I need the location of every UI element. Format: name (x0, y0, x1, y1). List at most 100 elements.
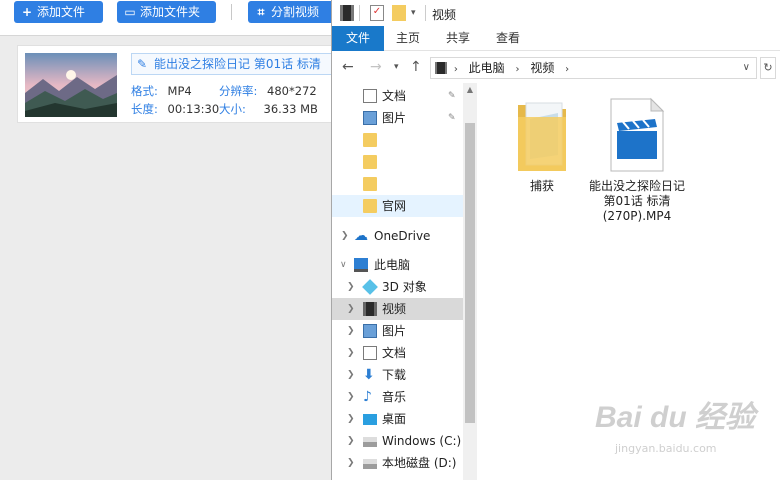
edit-pencil-icon: ✎ (137, 57, 148, 71)
nav-item-3d-objects[interactable]: ❯ 3D 对象 (332, 276, 463, 298)
titlebar-divider (359, 5, 360, 21)
picture-icon (363, 111, 377, 125)
folder-icon (518, 102, 566, 171)
chevron-right-icon[interactable]: ❯ (347, 430, 355, 452)
video-file-icon (610, 97, 665, 172)
nav-item-drive-c[interactable]: ❯ Windows (C:) (332, 430, 463, 452)
video-thumbnail[interactable] (25, 53, 117, 117)
document-icon (363, 346, 377, 360)
properties-icon[interactable]: ✓ (370, 5, 384, 21)
chevron-right-icon[interactable]: ❯ (347, 320, 355, 342)
scroll-up-icon[interactable]: ▲ (463, 83, 477, 97)
titlebar-divider-2 (425, 5, 426, 21)
baidu-watermark: Bai du 经验 jingyan.baidu.com (595, 392, 775, 462)
app-toolbar: + 添加文件 ▭ 添加文件夹 ⌗ 分割视频 (0, 0, 340, 36)
nav-item-videos[interactable]: ❯ 视频 (332, 298, 463, 320)
folder-icon (363, 133, 377, 147)
recent-locations-icon[interactable]: ▾ (394, 59, 399, 75)
navigation-pane: 文档 ✎ 图片 ✎ 官网 ❯ ☁ OneDrive ∨ 此电脑 ❯ 3D 对象 … (332, 83, 463, 480)
download-icon: ⬇ (363, 367, 375, 383)
nav-item-pictures[interactable]: ❯ 图片 (332, 320, 463, 342)
scrollbar-thumb[interactable] (465, 123, 475, 423)
tab-share[interactable]: 共享 (438, 26, 478, 51)
video-icon (363, 302, 377, 316)
breadcrumb-this-pc[interactable]: 此电脑 (469, 58, 505, 78)
filesize-info: 大小: 36.33 MB (219, 102, 318, 116)
chevron-right-icon[interactable]: ❯ (347, 386, 355, 408)
chevron-right-icon[interactable]: ❯ (347, 298, 355, 320)
video-splitter-app: + 添加文件 ▭ 添加文件夹 ⌗ 分割视频 ✎ 能出没之探险日记 第01话 标清… (0, 0, 340, 480)
file-name: 捕获 (529, 179, 554, 193)
plus-icon: + (21, 5, 33, 19)
nav-item-pictures-pinned[interactable]: 图片 ✎ (332, 107, 463, 129)
explorer-titlebar: ✓ ▾ 视频 (332, 0, 780, 26)
pin-icon: ✎ (448, 91, 456, 101)
duration-info: 长度: 00:13:30 (131, 102, 220, 116)
breadcrumb-arrow-icon: › (453, 64, 458, 75)
cloud-icon: ☁ (354, 228, 368, 244)
video-folder-icon (340, 5, 354, 21)
folder-icon (363, 199, 377, 213)
add-folder-button[interactable]: ▭ 添加文件夹 (117, 1, 216, 23)
nav-item-onedrive[interactable]: ❯ ☁ OneDrive (332, 225, 463, 247)
back-arrow-icon[interactable]: ← (342, 59, 354, 75)
music-icon: ♪ (363, 389, 372, 405)
file-name: 能出没之探险日记 第01话 标清(270P).MP4 (588, 179, 685, 223)
nav-item-folder[interactable] (332, 129, 463, 151)
file-item-capture-folder[interactable]: 捕获 (492, 97, 592, 194)
video-location-icon (435, 62, 447, 74)
pin-icon: ✎ (448, 113, 456, 123)
drive-icon (363, 437, 377, 447)
add-file-button[interactable]: + 添加文件 (14, 1, 103, 23)
chevron-right-icon[interactable]: ❯ (347, 452, 355, 474)
computer-icon (354, 258, 368, 272)
tab-home[interactable]: 主页 (388, 26, 428, 51)
nav-item-official-site[interactable]: 官网 (332, 195, 463, 217)
forward-arrow-icon[interactable]: → (370, 59, 382, 75)
address-bar[interactable]: › 此电脑 › 视频 › ∨ (430, 57, 757, 79)
breadcrumb-arrow-icon: › (565, 64, 570, 75)
desktop-icon (363, 414, 377, 425)
video-list-item[interactable]: ✎ 能出没之探险日记 第01话 标清 格式: MP4 分辨率: 480*272 … (17, 45, 340, 123)
tab-file[interactable]: 文件 (332, 26, 384, 51)
crop-icon: ⌗ (257, 5, 265, 19)
nav-item-documents[interactable]: ❯ 文档 (332, 342, 463, 364)
3d-objects-icon (362, 279, 378, 295)
breadcrumb-videos[interactable]: 视频 (530, 58, 554, 78)
window-title: 视频 (432, 8, 457, 22)
nav-item-folder[interactable] (332, 151, 463, 173)
new-folder-icon[interactable] (392, 5, 406, 21)
resolution-info: 分辨率: 480*272 (219, 84, 317, 98)
nav-item-drive-d[interactable]: ❯ 本地磁盘 (D:) (332, 452, 463, 474)
folder-outline-icon: ▭ (124, 5, 136, 19)
chevron-down-icon[interactable]: ∨ (340, 254, 347, 276)
chevron-right-icon[interactable]: ❯ (347, 276, 355, 298)
toolbar-divider (231, 4, 232, 20)
watermark-url: jingyan.baidu.com (615, 442, 717, 455)
nav-item-downloads[interactable]: ❯ ⬇ 下载 (332, 364, 463, 386)
file-item-video-mp4[interactable]: 能出没之探险日记 第01话 标清(270P).MP4 (587, 97, 687, 224)
chevron-right-icon[interactable]: ❯ (347, 342, 355, 364)
chevron-right-icon[interactable]: ❯ (341, 225, 349, 247)
breadcrumb-arrow-icon: › (515, 64, 520, 75)
chevron-right-icon[interactable]: ❯ (347, 408, 355, 430)
video-title-field[interactable]: ✎ 能出没之探险日记 第01话 标清 (131, 53, 339, 75)
nav-item-desktop[interactable]: ❯ 桌面 (332, 408, 463, 430)
refresh-icon[interactable]: ↻ (760, 57, 776, 79)
up-arrow-icon[interactable]: ↑ (410, 59, 422, 75)
nav-item-this-pc[interactable]: ∨ 此电脑 (332, 254, 463, 276)
document-icon (363, 89, 377, 103)
chevron-right-icon[interactable]: ❯ (347, 364, 355, 386)
drive-icon (363, 459, 377, 469)
nav-item-folder[interactable] (332, 173, 463, 195)
address-dropdown-icon[interactable]: ∨ (743, 58, 750, 78)
tab-view[interactable]: 查看 (488, 26, 528, 51)
nav-item-music[interactable]: ❯ ♪ 音乐 (332, 386, 463, 408)
navigation-scrollbar[interactable]: ▲ (463, 83, 477, 480)
nav-item-documents-pinned[interactable]: 文档 ✎ (332, 85, 463, 107)
split-video-button[interactable]: ⌗ 分割视频 (248, 1, 334, 23)
landscape-thumbnail-image (25, 53, 117, 117)
quick-access-dropdown-icon[interactable]: ▾ (411, 5, 421, 21)
folder-icon (363, 177, 377, 191)
address-bar-row: ← → ▾ ↑ › 此电脑 › 视频 › ∨ ↻ (332, 51, 780, 83)
